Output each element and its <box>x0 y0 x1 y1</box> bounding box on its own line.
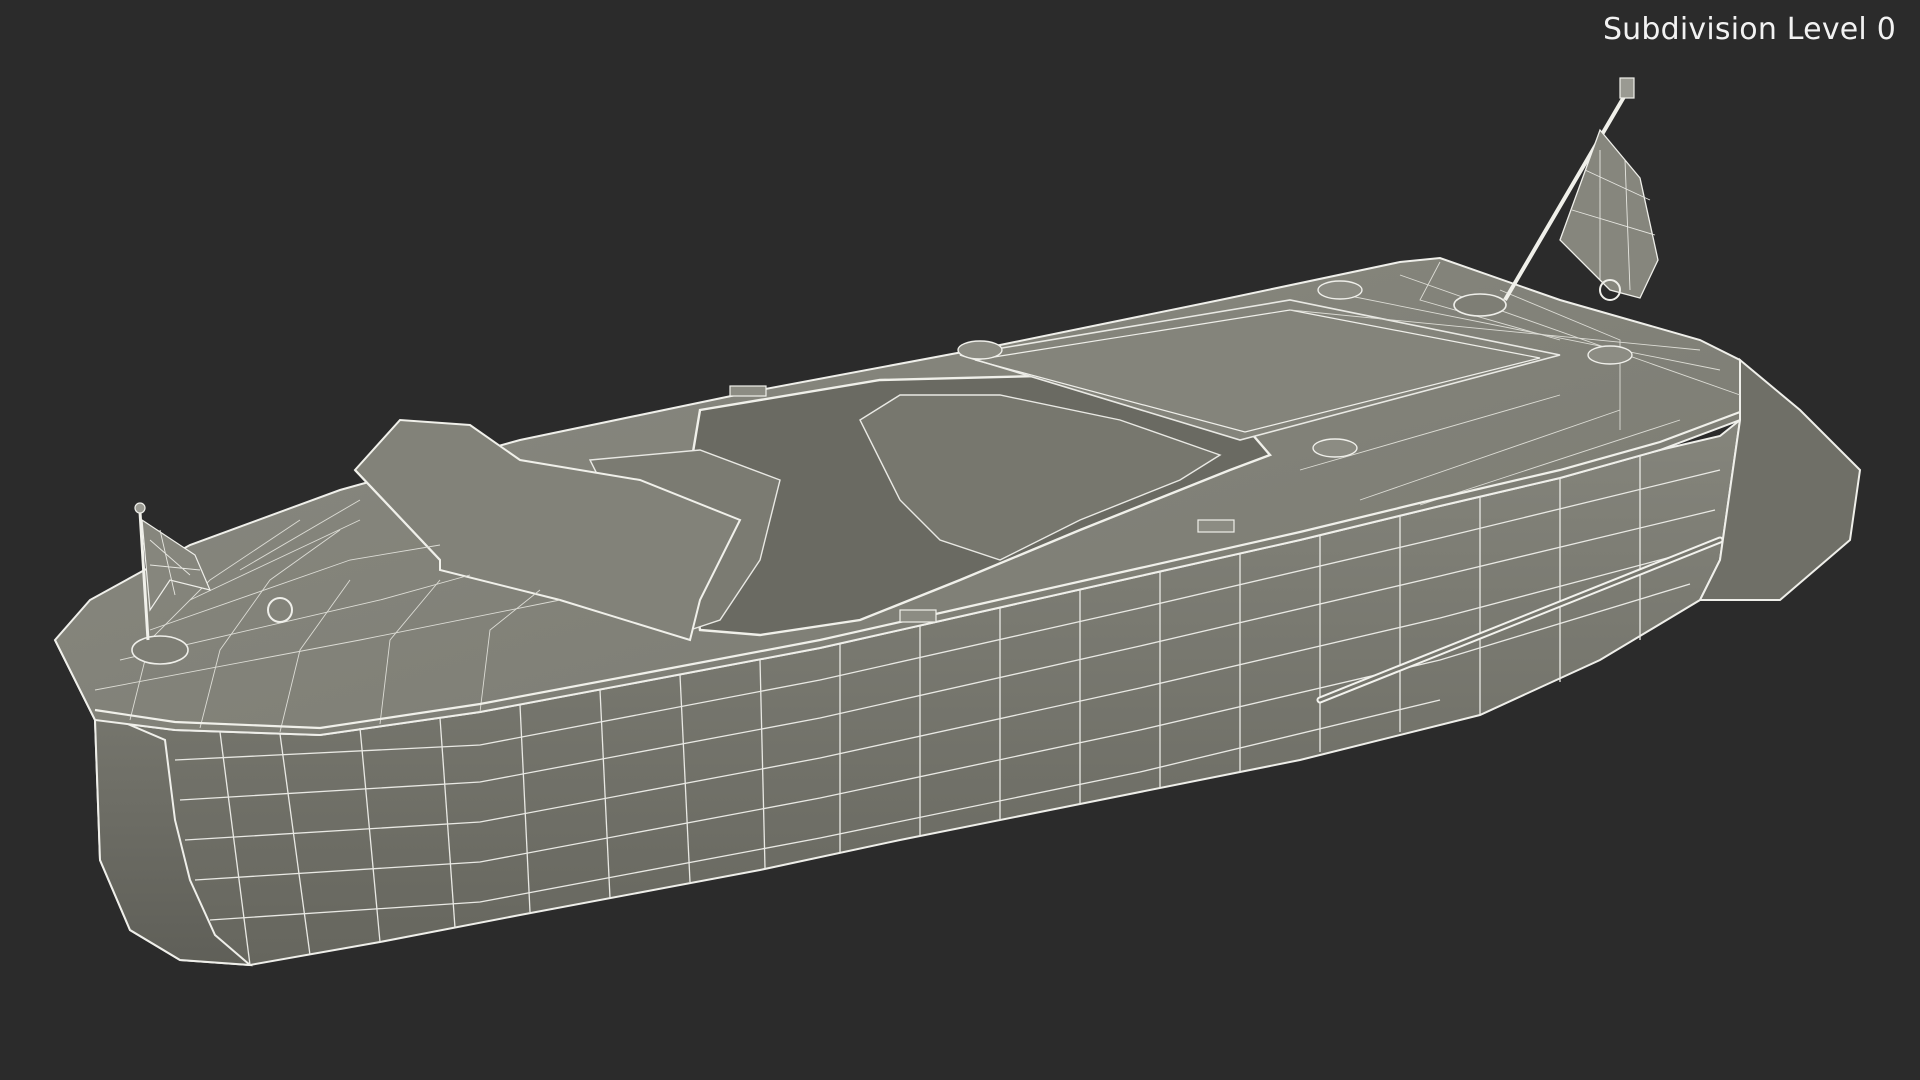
render-viewport: Subdivision Level 0 <box>0 0 1920 1080</box>
subdivision-level-label: Subdivision Level 0 <box>1602 12 1896 47</box>
boat-wireframe-render <box>53 77 1862 967</box>
